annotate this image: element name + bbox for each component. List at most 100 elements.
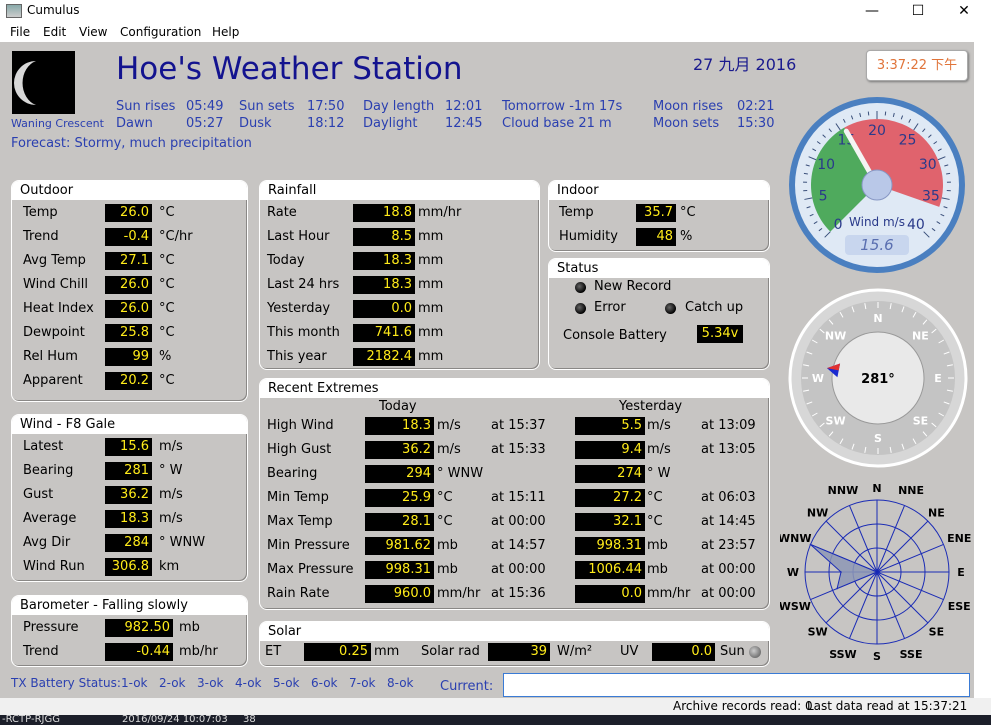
clock-display: 3:37:22 下午 xyxy=(866,50,968,81)
tx-battery-6: 6-ok xyxy=(311,676,338,690)
sun-indicator-icon xyxy=(749,646,761,658)
wind-unit-4: ° WNW xyxy=(159,535,206,550)
extreme-yday-time-6: at 00:00 xyxy=(701,562,756,577)
extreme-today-6: 998.31 xyxy=(365,561,434,579)
forecast-text: Forecast: Stormy, much precipitation xyxy=(11,136,252,151)
rainfall-value-2: 18.3 xyxy=(353,252,415,270)
rose-spoke xyxy=(876,571,929,624)
moon-phase-label: Waning Crescent xyxy=(11,117,104,130)
gauge-tick-label: 25 xyxy=(899,132,917,148)
barometer-panel: Barometer - Falling slowly Pressure 982.5… xyxy=(11,595,248,667)
outdoor-label-6: Rel Hum xyxy=(23,349,78,364)
wind-value-3: 18.3 xyxy=(105,510,152,528)
rainfall-unit-3: mm xyxy=(418,277,444,292)
moon-rises-value: 02:21 xyxy=(737,99,775,114)
rose-point-wsw xyxy=(836,587,838,590)
gauge-tick-label: 0 xyxy=(834,217,843,233)
status-panel-title: Status xyxy=(549,259,769,278)
barometer-value-1: -0.44 xyxy=(105,643,173,661)
moon-sets-value: 15:30 xyxy=(737,116,775,131)
archive-records-status: Archive records read: 0 xyxy=(673,699,813,713)
sun-sets-label: Sun sets xyxy=(239,99,295,114)
outdoor-value-4: 26.0 xyxy=(105,300,152,318)
extreme-yday-time-1: at 13:05 xyxy=(701,442,756,457)
cloud-base: Cloud base 21 m xyxy=(502,116,612,131)
status-panel: Status New Record Error Catch up Console… xyxy=(548,258,770,370)
outdoor-label-4: Heat Index xyxy=(23,301,94,316)
rainfall-unit-4: mm xyxy=(418,301,444,316)
menu-configuration[interactable]: Configuration xyxy=(120,25,201,39)
gauge-value-text: 15.6 xyxy=(860,236,893,254)
rose-point-w xyxy=(840,571,842,573)
wind-value-4: 284 xyxy=(105,534,152,552)
close-button[interactable]: ✕ xyxy=(941,0,987,22)
uv-label: UV xyxy=(620,644,639,659)
extreme-today-unit-0: m/s xyxy=(437,418,461,433)
gauge-tick-label: 40 xyxy=(907,217,925,233)
maximize-button[interactable]: ☐ xyxy=(895,0,941,22)
yesterday-header: Yesterday xyxy=(619,399,683,414)
extreme-yday-unit-2: ° W xyxy=(647,466,671,481)
rose-label-nne: NNE xyxy=(898,484,924,497)
wind-unit-1: ° W xyxy=(159,463,183,478)
extreme-label-5: Min Pressure xyxy=(267,538,350,553)
wind-rose-chart: N NNE NEENE E ESE SE SSE S SSWSW WSW W WNW NWNNW xyxy=(780,482,971,663)
main-client-area: Waning Crescent Hoe's Weather Station 27… xyxy=(0,42,991,698)
wind-value-5: 306.8 xyxy=(105,558,152,576)
rose-label-w: W xyxy=(787,566,799,579)
extreme-yday-unit-6: mb xyxy=(647,562,668,577)
extreme-today-unit-2: ° WNW xyxy=(437,466,484,481)
menu-help[interactable]: Help xyxy=(212,25,239,39)
rose-label-se: SE xyxy=(929,625,944,638)
outdoor-value-7: 20.2 xyxy=(105,372,152,390)
rainfall-value-0: 18.8 xyxy=(353,204,415,222)
recent-extremes-title: Recent Extremes xyxy=(260,379,769,398)
outdoor-panel-title: Outdoor xyxy=(12,181,247,200)
wind-value-0: 15.6 xyxy=(105,438,152,456)
gauge-tick-label: 20 xyxy=(868,123,886,139)
outdoor-label-2: Avg Temp xyxy=(23,253,86,268)
menu-view[interactable]: View xyxy=(79,25,107,39)
extreme-yday-unit-3: °C xyxy=(647,490,663,505)
gauge-tick-label: 30 xyxy=(919,157,937,173)
et-unit: mm xyxy=(374,644,400,659)
extreme-label-7: Rain Rate xyxy=(267,586,330,601)
wind-value-1: 281 xyxy=(105,462,152,480)
rose-label-s: S xyxy=(873,650,881,663)
barometer-unit-0: mb xyxy=(179,620,200,635)
moon-rises-label: Moon rises xyxy=(653,99,723,114)
compass-bearing-text: 281° xyxy=(861,372,895,387)
extreme-yday-6: 1006.44 xyxy=(575,561,645,579)
gauge-tick-label: 5 xyxy=(819,189,828,205)
compass-label-se: SE xyxy=(913,414,928,427)
rose-label-e: E xyxy=(957,566,965,579)
indoor-label-1: Humidity xyxy=(559,229,618,244)
dusk-label: Dusk xyxy=(239,116,272,131)
gauge-tick-label: 10 xyxy=(817,157,835,173)
outdoor-unit-7: °C xyxy=(159,373,175,388)
extreme-today-time-6: at 00:00 xyxy=(491,562,546,577)
current-conditions-input[interactable] xyxy=(503,673,970,697)
moon-sets-label: Moon sets xyxy=(653,116,720,131)
rose-label-nw: NW xyxy=(807,507,828,520)
et-value: 0.25 xyxy=(304,643,371,661)
menu-file[interactable]: File xyxy=(10,25,30,39)
rainfall-label-1: Last Hour xyxy=(267,229,330,244)
wind-label-1: Bearing xyxy=(23,463,74,478)
current-label: Current: xyxy=(440,679,494,694)
wind-label-2: Gust xyxy=(23,487,54,502)
sun-sets-value: 17:50 xyxy=(307,99,345,114)
minimize-button[interactable]: — xyxy=(849,0,895,22)
outdoor-label-5: Dewpoint xyxy=(23,325,85,340)
error-led-icon xyxy=(575,303,586,314)
sun-label: Sun xyxy=(720,644,745,659)
tx-battery-7: 7-ok xyxy=(349,676,376,690)
extreme-today-time-4: at 00:00 xyxy=(491,514,546,529)
compass-label-ne: NE xyxy=(912,330,929,343)
menu-edit[interactable]: Edit xyxy=(43,25,66,39)
rainfall-value-6: 2182.4 xyxy=(353,348,415,366)
extreme-today-7: 960.0 xyxy=(365,585,434,603)
daylight-value: 12:45 xyxy=(445,116,483,131)
station-title: Hoe's Weather Station xyxy=(116,51,463,87)
indoor-unit-1: % xyxy=(680,229,693,244)
